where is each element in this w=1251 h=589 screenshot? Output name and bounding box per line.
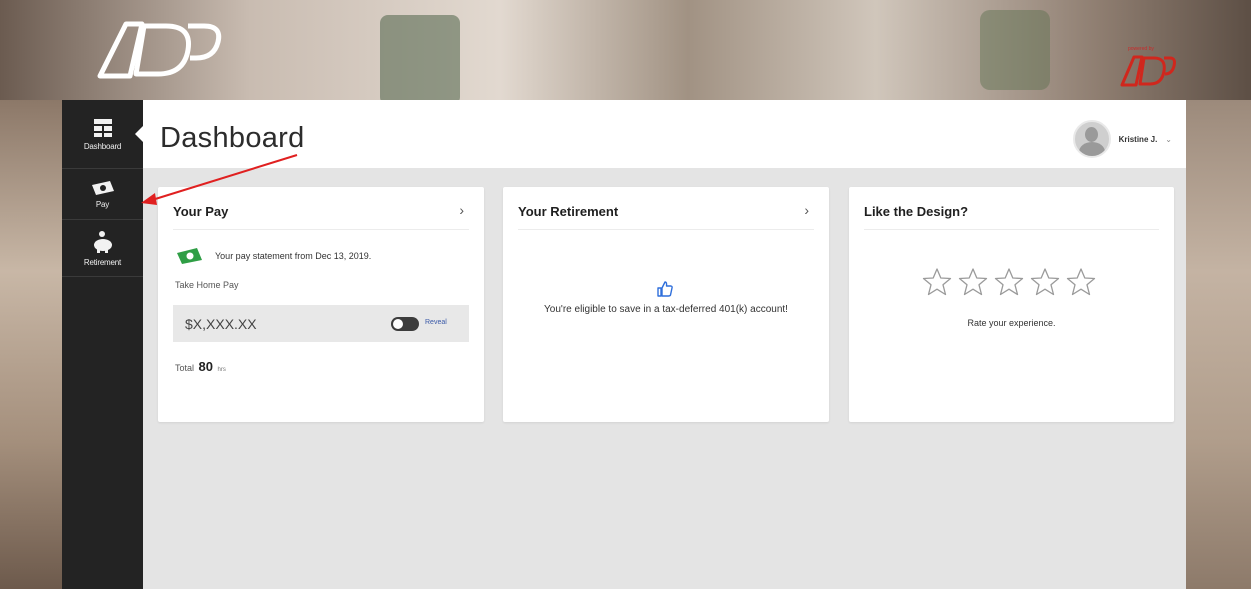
main-content: Dashboard Kristine J. ⌄ Your Pay › Your … <box>135 100 1186 589</box>
money-icon <box>91 180 114 195</box>
sidebar: Dashboard Pay Retirement <box>62 100 143 589</box>
star-rating[interactable] <box>921 267 1097 297</box>
chevron-down-icon: ⌄ <box>1165 134 1172 144</box>
total-value: 80 <box>198 359 213 374</box>
star-icon[interactable] <box>993 267 1025 297</box>
take-home-label: Take Home Pay <box>175 280 239 290</box>
total-unit: hrs <box>217 367 226 373</box>
money-icon <box>177 248 202 264</box>
total-label: Total <box>175 363 195 373</box>
dashboard-grid-icon <box>93 118 112 137</box>
sidebar-item-dashboard[interactable]: Dashboard <box>62 100 143 169</box>
sidebar-item-retirement[interactable]: Retirement <box>62 220 143 277</box>
divider <box>864 229 1159 230</box>
star-icon[interactable] <box>921 267 953 297</box>
thumbs-up-icon <box>657 281 673 297</box>
pay-amount-box: $X,XXX.XX Reveal <box>173 305 469 342</box>
chevron-right-icon[interactable]: › <box>459 202 464 218</box>
sidebar-item-pay[interactable]: Pay <box>62 169 143 220</box>
star-icon[interactable] <box>957 267 989 297</box>
total-hours: Total 80 hrs <box>175 359 226 374</box>
user-name: Kristine J. <box>1118 134 1158 144</box>
pay-statement-text: Your pay statement from Dec 13, 2019. <box>215 251 372 261</box>
divider <box>173 229 469 230</box>
page-title: Dashboard <box>160 122 305 154</box>
adp-small-logo <box>1120 55 1176 87</box>
retirement-message: You're eligible to save in a tax-deferre… <box>544 304 788 315</box>
sidebar-item-label: Pay <box>95 199 110 209</box>
chevron-right-icon[interactable]: › <box>804 202 809 218</box>
sidebar-item-label: Retirement <box>83 257 122 267</box>
active-nav-pointer <box>135 126 143 142</box>
card-title: Your Retirement <box>518 204 619 219</box>
background-plant <box>380 15 460 105</box>
star-icon[interactable] <box>1065 267 1097 297</box>
pay-card[interactable]: Your Pay › Your pay statement from Dec 1… <box>158 187 484 422</box>
pay-amount: $X,XXX.XX <box>185 316 257 332</box>
card-title: Your Pay <box>173 204 229 219</box>
background-left <box>0 100 62 589</box>
rate-label: Rate your experience. <box>967 318 1056 328</box>
page-header: Dashboard Kristine J. ⌄ <box>135 100 1186 168</box>
background-right <box>1186 100 1251 589</box>
sidebar-item-label: Dashboard <box>83 141 122 151</box>
reveal-toggle[interactable] <box>391 317 419 331</box>
card-title: Like the Design? <box>864 204 969 219</box>
pay-statement-row[interactable]: Your pay statement from Dec 13, 2019. <box>175 247 371 265</box>
reveal-label[interactable]: Reveal <box>425 319 447 326</box>
piggy-bank-icon <box>93 230 112 253</box>
adp-logo <box>97 21 222 79</box>
avatar[interactable] <box>1072 120 1111 158</box>
star-icon[interactable] <box>1029 267 1061 297</box>
user-menu[interactable]: Kristine J. ⌄ <box>1072 120 1172 158</box>
feedback-card: Like the Design? Rate your experience. <box>849 187 1174 422</box>
background-plant <box>980 10 1050 90</box>
divider <box>518 229 814 230</box>
retirement-card[interactable]: Your Retirement › You're eligible to sav… <box>503 187 829 422</box>
